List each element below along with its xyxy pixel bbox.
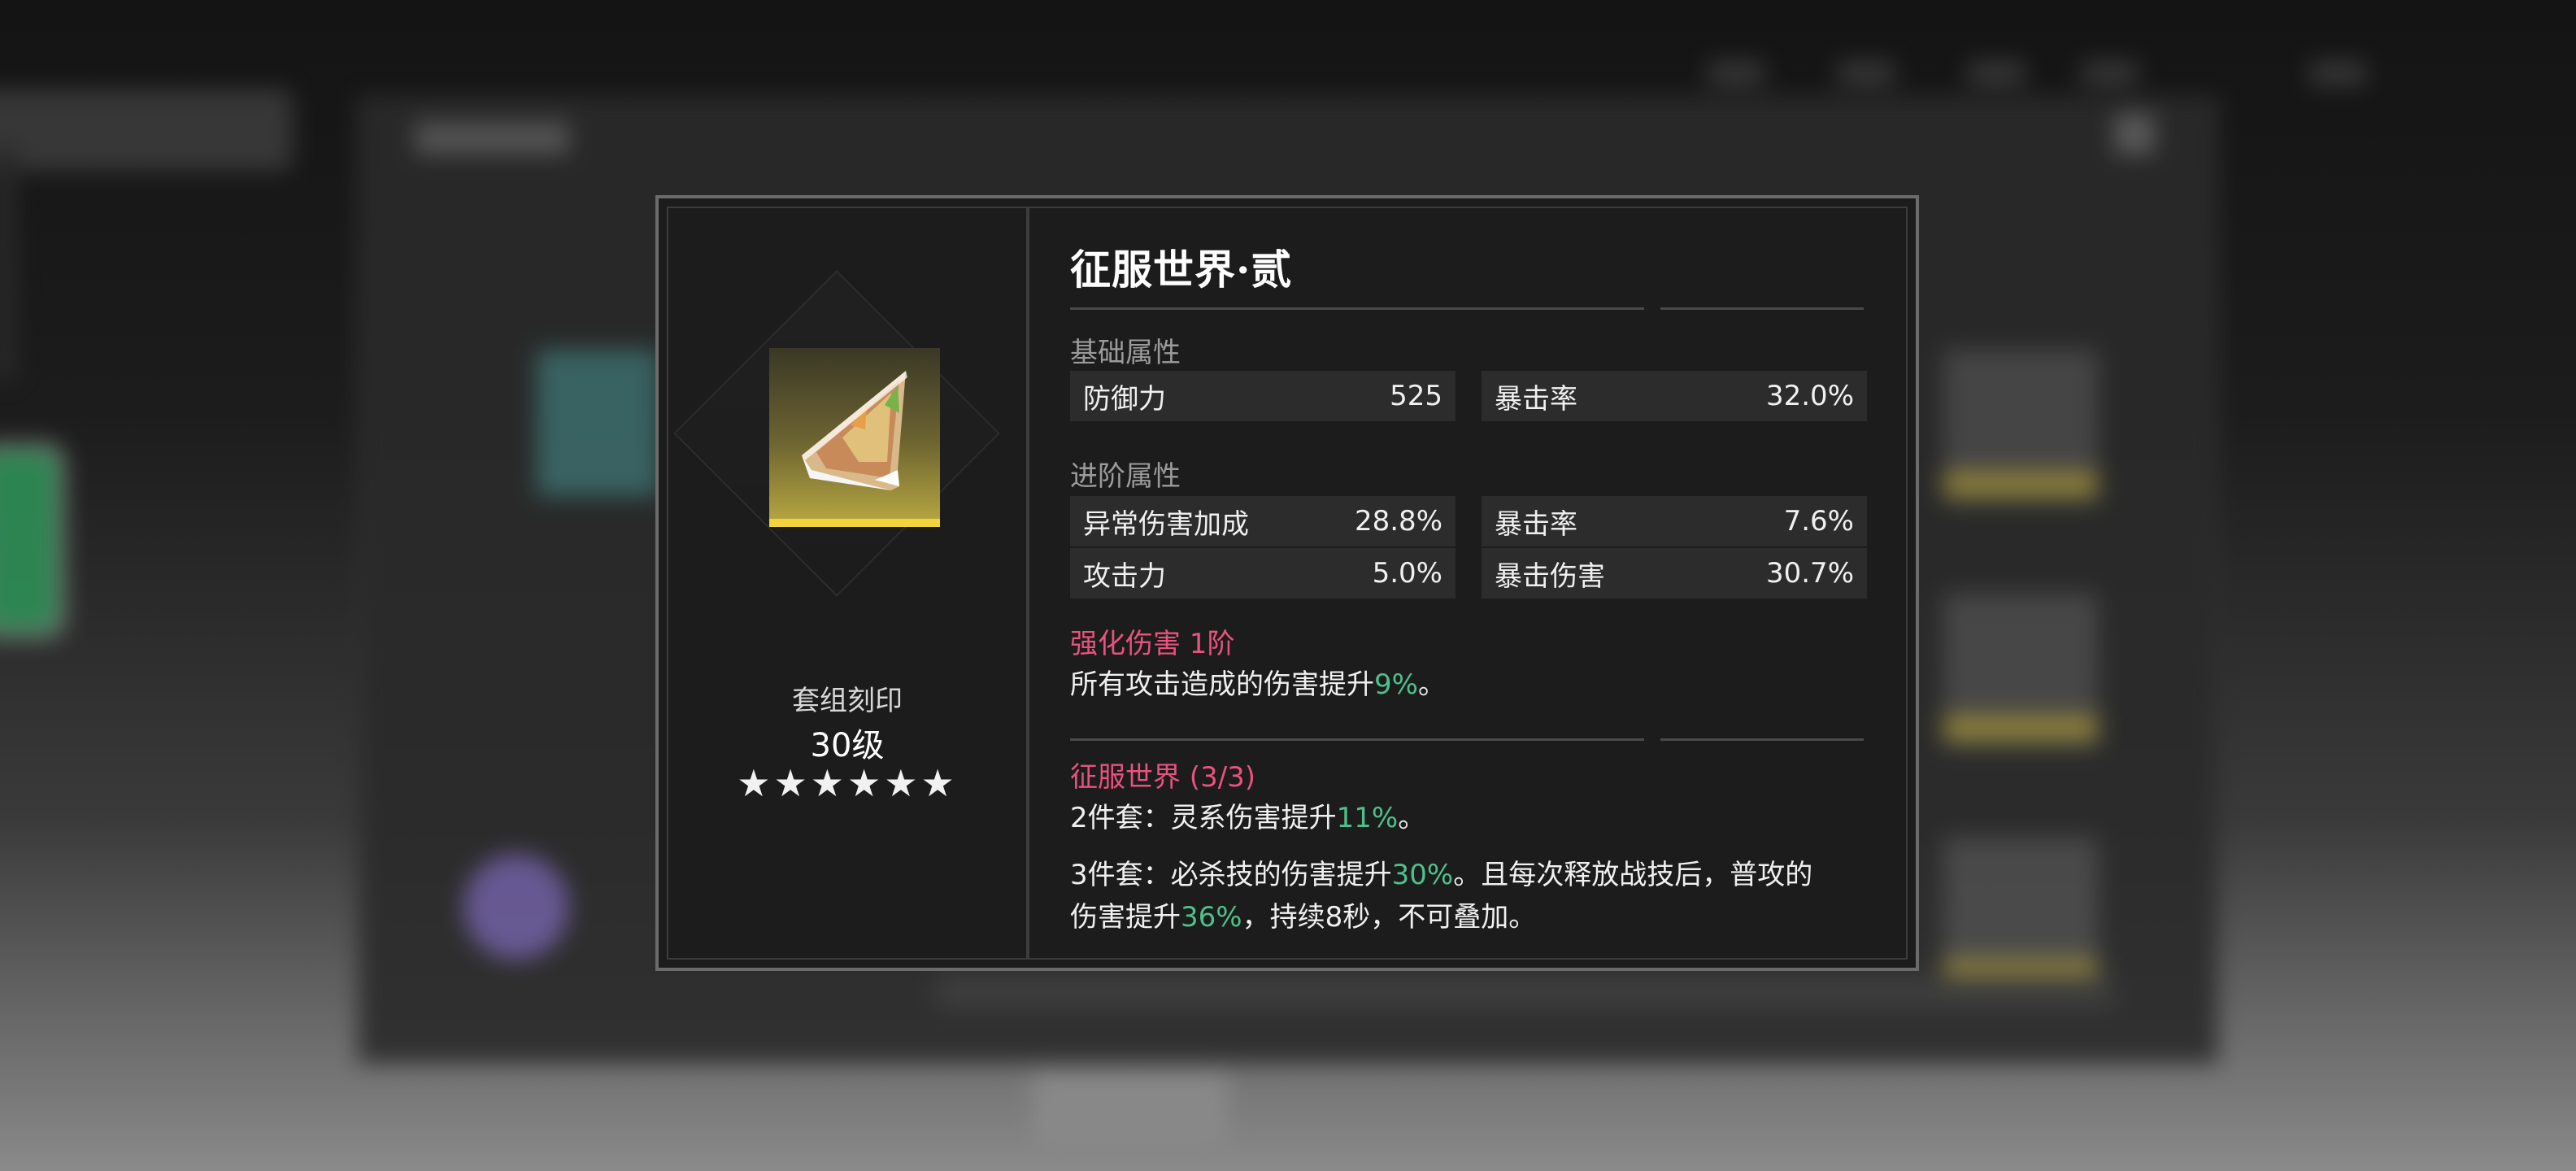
background-top-icon <box>1838 61 1895 85</box>
stat-value: 30.7% <box>1765 557 1854 590</box>
advanced-stats-label: 进阶属性 <box>1070 460 1181 493</box>
background-top-icon <box>2082 61 2139 85</box>
stat-value: 5.0% <box>1372 557 1442 590</box>
advanced-stat-cell: 暴击率 7.6% <box>1482 496 1867 546</box>
bonus-value: 36% <box>1181 901 1242 934</box>
background-search-pill <box>0 89 293 171</box>
background-panel-title <box>415 122 569 155</box>
item-title: 征服世界·贰 <box>1070 246 1293 294</box>
background-card-bar <box>1943 716 2098 740</box>
stat-name: 攻击力 <box>1083 559 1166 593</box>
divider <box>1660 307 1864 310</box>
item-info-panel: 征服世界·贰 基础属性 防御力 525 暴击率 32.0% 进阶属性 异常伤害加… <box>1029 208 1906 958</box>
background-avatar <box>463 854 569 960</box>
stat-name: 防御力 <box>1083 382 1166 416</box>
stat-name: 暴击率 <box>1495 382 1577 416</box>
bonus-text-end: 。且每次释放战技后，普攻的 <box>1453 859 1813 891</box>
background-slot-strip <box>935 976 2114 1008</box>
rarity-stars-icon: ★★★★★★ <box>737 761 958 805</box>
bonus-line: 伤害提升36%，持续8秒，不可叠加。 <box>1070 896 1812 938</box>
background-portrait <box>537 350 659 496</box>
bonus-line: 3件套：必杀技的伤害提升30%。且每次释放战技后，普攻的 <box>1070 854 1812 896</box>
divider <box>1660 738 1864 741</box>
stat-value: 525 <box>1390 380 1442 412</box>
background-close-icon <box>2114 114 2155 155</box>
base-stats-label: 基础属性 <box>1070 337 1181 369</box>
bonus-value: 11% <box>1336 802 1399 834</box>
item-level: 30级 <box>810 727 885 764</box>
background-left-tab <box>0 146 16 382</box>
enhance-header: 强化伤害 1阶 <box>1070 628 1235 660</box>
enhance-text-end: 。 <box>1417 668 1446 701</box>
background-card-bar <box>1943 472 2098 496</box>
stat-value: 7.6% <box>1783 505 1854 538</box>
enhance-value: 9% <box>1374 668 1418 701</box>
disc-shard-icon <box>769 348 940 527</box>
popup-frame: 套组刻印 30级 ★★★★★★ 征服世界·贰 基础属性 防御力 525 暴击率 … <box>667 207 1908 960</box>
background-chat-button <box>0 443 65 638</box>
two-piece-bonus: 2件套：灵系伤害提升11%。 <box>1070 797 1425 839</box>
three-piece-bonus: 3件套：必杀技的伤害提升30%。且每次释放战技后，普攻的 伤害提升36%，持续8… <box>1070 854 1812 938</box>
item-detail-popup: 套组刻印 30级 ★★★★★★ 征服世界·贰 基础属性 防御力 525 暴击率 … <box>655 195 1919 971</box>
enhance-text: 所有攻击造成的伤害提升 <box>1070 668 1374 701</box>
bonus-text: 2件套：灵系伤害提升 <box>1070 802 1337 834</box>
background-top-icon <box>1968 61 2025 85</box>
bonus-text: 3件套：必杀技的伤害提升 <box>1070 859 1392 891</box>
background-top-icon <box>1708 61 1764 85</box>
stat-value: 28.8% <box>1354 505 1442 538</box>
bonus-text-end: 。 <box>1398 802 1426 834</box>
divider <box>1070 738 1644 741</box>
item-preview-panel: 套组刻印 30级 ★★★★★★ <box>668 208 1029 958</box>
bonus-text-end: ，持续8秒，不可叠加。 <box>1242 901 1537 934</box>
advanced-stat-cell: 异常伤害加成 28.8% <box>1070 496 1456 546</box>
advanced-stat-cell: 暴击伤害 30.7% <box>1482 548 1867 599</box>
divider <box>1070 307 1644 310</box>
stat-value: 32.0% <box>1765 380 1854 412</box>
base-stat-cell: 暴击率 32.0% <box>1482 371 1867 421</box>
base-stat-cell: 防御力 525 <box>1070 371 1456 421</box>
stat-name: 异常伤害加成 <box>1083 507 1249 541</box>
set-label: 套组刻印 <box>792 685 903 717</box>
stat-name: 暴击伤害 <box>1495 559 1605 593</box>
background-top-icon <box>2309 61 2366 85</box>
advanced-stat-cell: 攻击力 5.0% <box>1070 548 1456 599</box>
stat-name: 暴击率 <box>1495 507 1577 541</box>
set-bonus-header: 征服世界 (3/3) <box>1070 761 1256 794</box>
background-button <box>1033 1073 1228 1147</box>
enhance-description: 所有攻击造成的伤害提升9%。 <box>1070 664 1446 706</box>
bonus-value: 30% <box>1391 859 1454 891</box>
bonus-text: 伤害提升 <box>1070 901 1181 934</box>
